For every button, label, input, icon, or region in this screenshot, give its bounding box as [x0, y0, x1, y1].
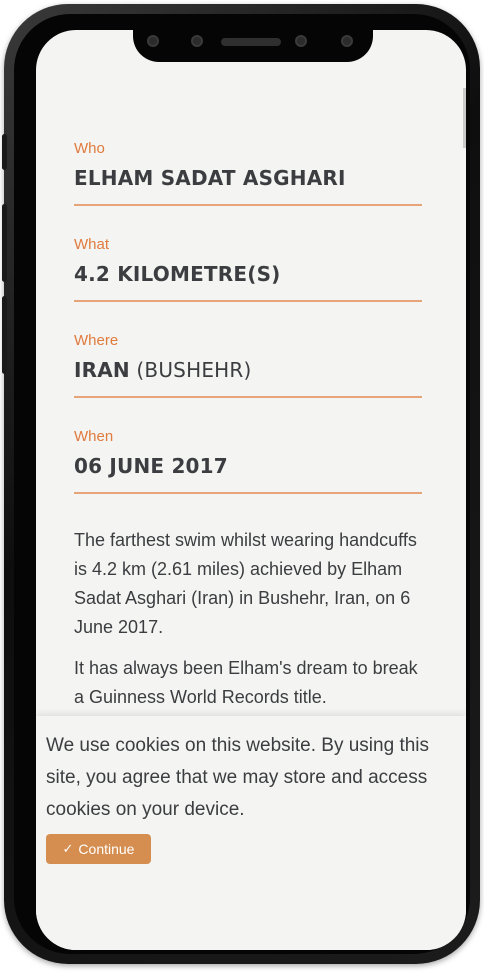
sensor-icon	[147, 35, 159, 47]
field-value-main: 06 JUNE 2017	[74, 454, 228, 478]
field-when: When 06 JUNE 2017	[74, 428, 422, 524]
camera-icon	[341, 35, 353, 47]
field-where: Where IRAN (BUSHEHR)	[74, 332, 422, 428]
volume-down-button	[2, 296, 7, 374]
volume-up-button	[2, 204, 7, 282]
divider	[74, 204, 422, 206]
cookie-message: We use cookies on this website. By using…	[46, 735, 430, 820]
phone-notch	[133, 24, 373, 62]
field-value-main: ELHAM SADAT ASGHARI	[74, 166, 346, 190]
field-value: ELHAM SADAT ASGHARI	[74, 166, 422, 190]
description-paragraph: It has always been Elham's dream to brea…	[74, 658, 418, 707]
check-icon: ✓	[62, 841, 74, 856]
field-what: What 4.2 KILOMETRE(S)	[74, 236, 422, 332]
record-description: The farthest swim whilst wearing handcuf…	[74, 526, 422, 712]
sensor-icon	[191, 35, 203, 47]
description-paragraph: The farthest swim whilst wearing handcuf…	[74, 530, 417, 637]
divider	[74, 492, 422, 494]
continue-button[interactable]: ✓ Continue	[46, 834, 151, 864]
phone-screen[interactable]: Who ELHAM SADAT ASGHARI What 4.2 KILOMET…	[36, 30, 466, 950]
sensor-icon	[295, 35, 307, 47]
cookie-banner: We use cookies on this website. By using…	[36, 716, 466, 950]
field-value: 4.2 KILOMETRE(S)	[74, 262, 422, 286]
field-value-main: IRAN	[74, 358, 130, 382]
continue-button-label: Continue	[78, 841, 135, 857]
field-value: 06 JUNE 2017	[74, 454, 422, 478]
speaker-grille	[221, 38, 281, 46]
field-label: Who	[74, 140, 105, 157]
record-details: Who ELHAM SADAT ASGHARI What 4.2 KILOMET…	[74, 140, 422, 724]
field-value-main: 4.2 KILOMETRE(S)	[74, 262, 281, 286]
divider	[74, 300, 422, 302]
scrollbar[interactable]	[463, 88, 466, 148]
field-label: When	[74, 428, 114, 445]
field-value: IRAN (BUSHEHR)	[74, 358, 422, 382]
divider	[74, 396, 422, 398]
field-value-sub: (BUSHEHR)	[129, 358, 252, 382]
field-who: Who ELHAM SADAT ASGHARI	[74, 140, 422, 236]
field-label: Where	[74, 332, 119, 349]
silent-switch	[2, 134, 7, 170]
field-label: What	[74, 236, 110, 253]
